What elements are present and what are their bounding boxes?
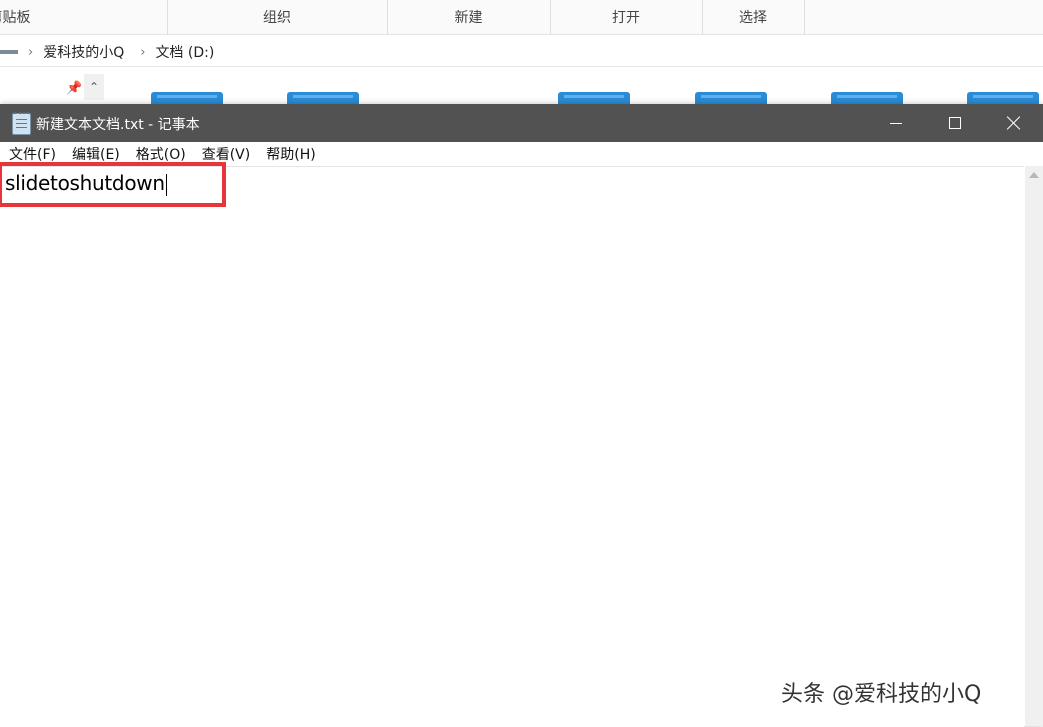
minimize-icon — [890, 122, 902, 124]
breadcrumb-item[interactable]: 爱科技的小Q — [43, 42, 124, 62]
notepad-icon — [12, 112, 31, 135]
maximize-button[interactable] — [926, 104, 984, 142]
menu-help[interactable]: 帮助(H) — [257, 144, 322, 164]
ribbon-group-organize[interactable]: 组织 — [167, 0, 388, 34]
ribbon-group-label: 新建 — [454, 10, 483, 26]
breadcrumb-item[interactable]: 文档 (D:) — [155, 42, 214, 62]
notepad-window: 新建文本文档.txt - 记事本 文件(F) 编辑(E) 格式(O) 查看(V)… — [0, 104, 1043, 727]
scroll-up-button[interactable]: ⌃ — [84, 74, 104, 100]
close-icon — [1007, 116, 1021, 130]
pin-icon[interactable]: 📌 — [66, 81, 82, 96]
chevron-up-icon: ⌃ — [88, 80, 100, 94]
highlight-box — [0, 162, 226, 207]
menu-file[interactable]: 文件(F) — [0, 144, 63, 164]
ribbon-group-label: 打开 — [612, 10, 640, 26]
ribbon-group-label: 剪贴板 — [0, 10, 31, 26]
ribbon-group-label: 组织 — [263, 10, 291, 26]
close-button[interactable] — [985, 104, 1043, 142]
notepad-titlebar[interactable]: 新建文本文档.txt - 记事本 — [0, 104, 1043, 142]
watermark: 头条 @爱科技的小Q — [781, 682, 982, 707]
minimize-button[interactable] — [867, 104, 925, 142]
ribbon-group-open[interactable]: 打开 — [550, 0, 703, 34]
ribbon-group-new[interactable]: 新建 — [387, 0, 551, 34]
explorer-ribbon: 剪贴板 组织 新建 打开 选择 — [0, 0, 1043, 35]
address-bar-icon — [0, 50, 18, 54]
scroll-up-arrow-icon[interactable] — [1029, 172, 1039, 178]
menu-edit[interactable]: 编辑(E) — [63, 144, 127, 164]
ribbon-group-select[interactable]: 选择 — [702, 0, 805, 34]
menu-view[interactable]: 查看(V) — [193, 144, 258, 164]
chevron-right-icon: › — [28, 44, 34, 60]
address-bar[interactable]: › 爱科技的小Q › 文档 (D:) — [0, 38, 1043, 67]
chevron-right-icon: › — [140, 44, 146, 60]
ribbon-group-label: 选择 — [739, 10, 767, 26]
maximize-icon — [949, 117, 961, 129]
ribbon-group-clipboard[interactable]: 剪贴板 — [0, 0, 168, 34]
window-title: 新建文本文档.txt - 记事本 — [36, 117, 200, 133]
text-editor-area[interactable]: slidetoshutdown — [0, 166, 1024, 727]
vertical-scrollbar[interactable] — [1025, 166, 1043, 726]
menu-format[interactable]: 格式(O) — [127, 144, 193, 164]
